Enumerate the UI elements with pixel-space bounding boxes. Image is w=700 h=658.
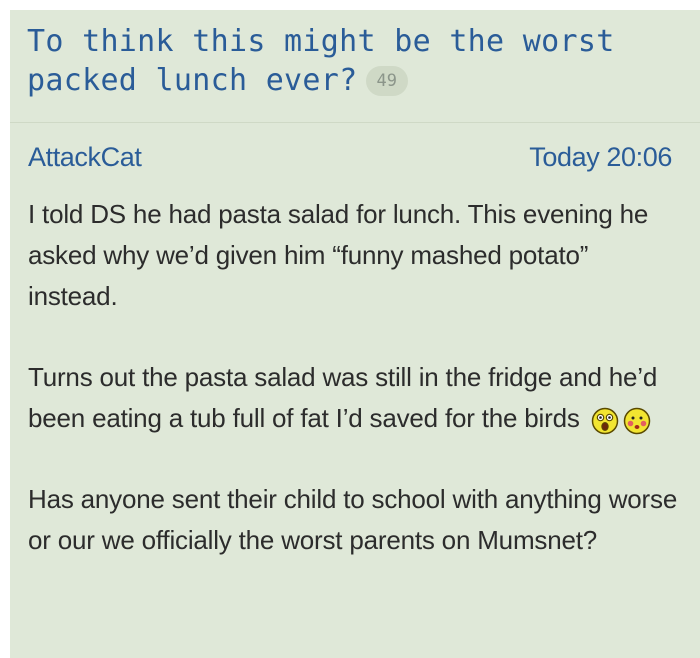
post-paragraph: Turns out the pasta salad was still in t… [28,357,678,439]
page-top-margin [0,0,700,10]
reply-count-badge: 49 [365,66,408,96]
shocked-face-icon [591,407,618,435]
blushing-face-icon [623,407,650,435]
post-paragraph-text: Has anyone sent their child to school wi… [28,484,678,555]
thread-card: To think this might be the worst packed … [10,10,700,658]
post-timestamp: Today 20:06 [529,142,672,172]
post-paragraph-text: Turns out the pasta salad was still in t… [28,362,658,433]
post-paragraph-text: I told DS he had pasta salad for lunch. … [28,199,649,311]
thread-title[interactable]: To think this might be the worst packed … [27,22,667,100]
post-paragraph: I told DS he had pasta salad for lunch. … [28,194,678,317]
thread-title-text[interactable]: To think this might be the worst packed … [27,24,615,98]
thread-header: To think this might be the worst packed … [10,10,700,123]
page-left-margin [0,0,10,658]
post-body: I told DS he had pasta salad for lunch. … [28,194,678,601]
post-author[interactable]: AttackCat [28,141,142,173]
post: AttackCat Today 20:06 I told DS he had p… [10,122,700,658]
post-paragraph: Has anyone sent their child to school wi… [28,479,678,561]
